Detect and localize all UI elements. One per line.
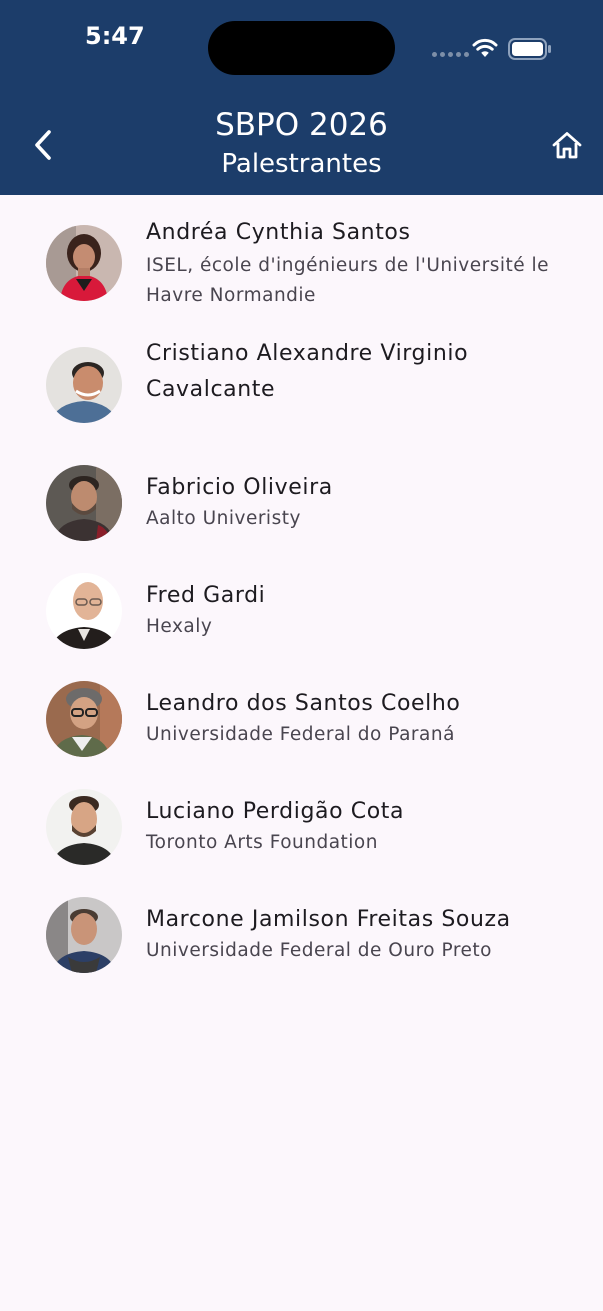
speaker-affiliation: Universidade Federal do Paraná <box>146 724 455 745</box>
speaker-affiliation: Universidade Federal de Ouro Preto <box>146 940 492 961</box>
speaker-item[interactable]: Fabricio Oliveira Aalto Univeristy <box>0 455 603 563</box>
page-subtitle: Palestrantes <box>221 149 382 179</box>
speaker-avatar <box>46 681 122 757</box>
speaker-name: Marcone Jamilson Freitas Souza <box>146 907 511 932</box>
speaker-avatar <box>46 789 122 865</box>
speaker-avatar <box>46 897 122 973</box>
dynamic-island <box>208 21 395 75</box>
speaker-affiliation: Toronto Arts Foundation <box>146 832 378 853</box>
speaker-avatar <box>46 347 122 423</box>
home-icon <box>552 132 582 159</box>
speaker-item[interactable]: Cristiano Alexandre Virginio Cavalcante <box>0 321 603 455</box>
speaker-avatar <box>46 573 122 649</box>
app-header: 5:47 SBPO 2026 Palestrantes <box>0 0 603 195</box>
battery-icon <box>508 38 551 60</box>
speaker-avatar <box>46 465 122 541</box>
speaker-affiliation: ISEL, école d'ingénieurs de l'Université… <box>146 255 550 306</box>
status-time: 5:47 <box>85 22 145 50</box>
page-title: SBPO 2026 <box>215 107 388 143</box>
speaker-avatar <box>46 225 122 301</box>
cellular-signal-icon <box>432 52 469 57</box>
home-button[interactable] <box>548 126 586 164</box>
speaker-item[interactable]: Andréa Cynthia Santos ISEL, école d'ingé… <box>0 195 603 321</box>
speaker-name: Andréa Cynthia Santos <box>146 220 411 245</box>
speaker-item[interactable]: Fred Gardi Hexaly <box>0 563 603 671</box>
speaker-item[interactable]: Leandro dos Santos Coelho Universidade F… <box>0 671 603 779</box>
speaker-name: Fabricio Oliveira <box>146 475 333 500</box>
speaker-name: Cristiano Alexandre Virginio Cavalcante <box>146 341 469 402</box>
speaker-affiliation: Hexaly <box>146 616 213 637</box>
speaker-item[interactable]: Marcone Jamilson Freitas Souza Universid… <box>0 887 603 995</box>
speaker-name: Fred Gardi <box>146 583 266 608</box>
speaker-name: Leandro dos Santos Coelho <box>146 691 461 716</box>
speaker-name: Luciano Perdigão Cota <box>146 799 405 824</box>
speaker-affiliation: Aalto Univeristy <box>146 508 301 529</box>
speaker-item[interactable]: Luciano Perdigão Cota Toronto Arts Found… <box>0 779 603 887</box>
wifi-icon <box>472 38 498 57</box>
